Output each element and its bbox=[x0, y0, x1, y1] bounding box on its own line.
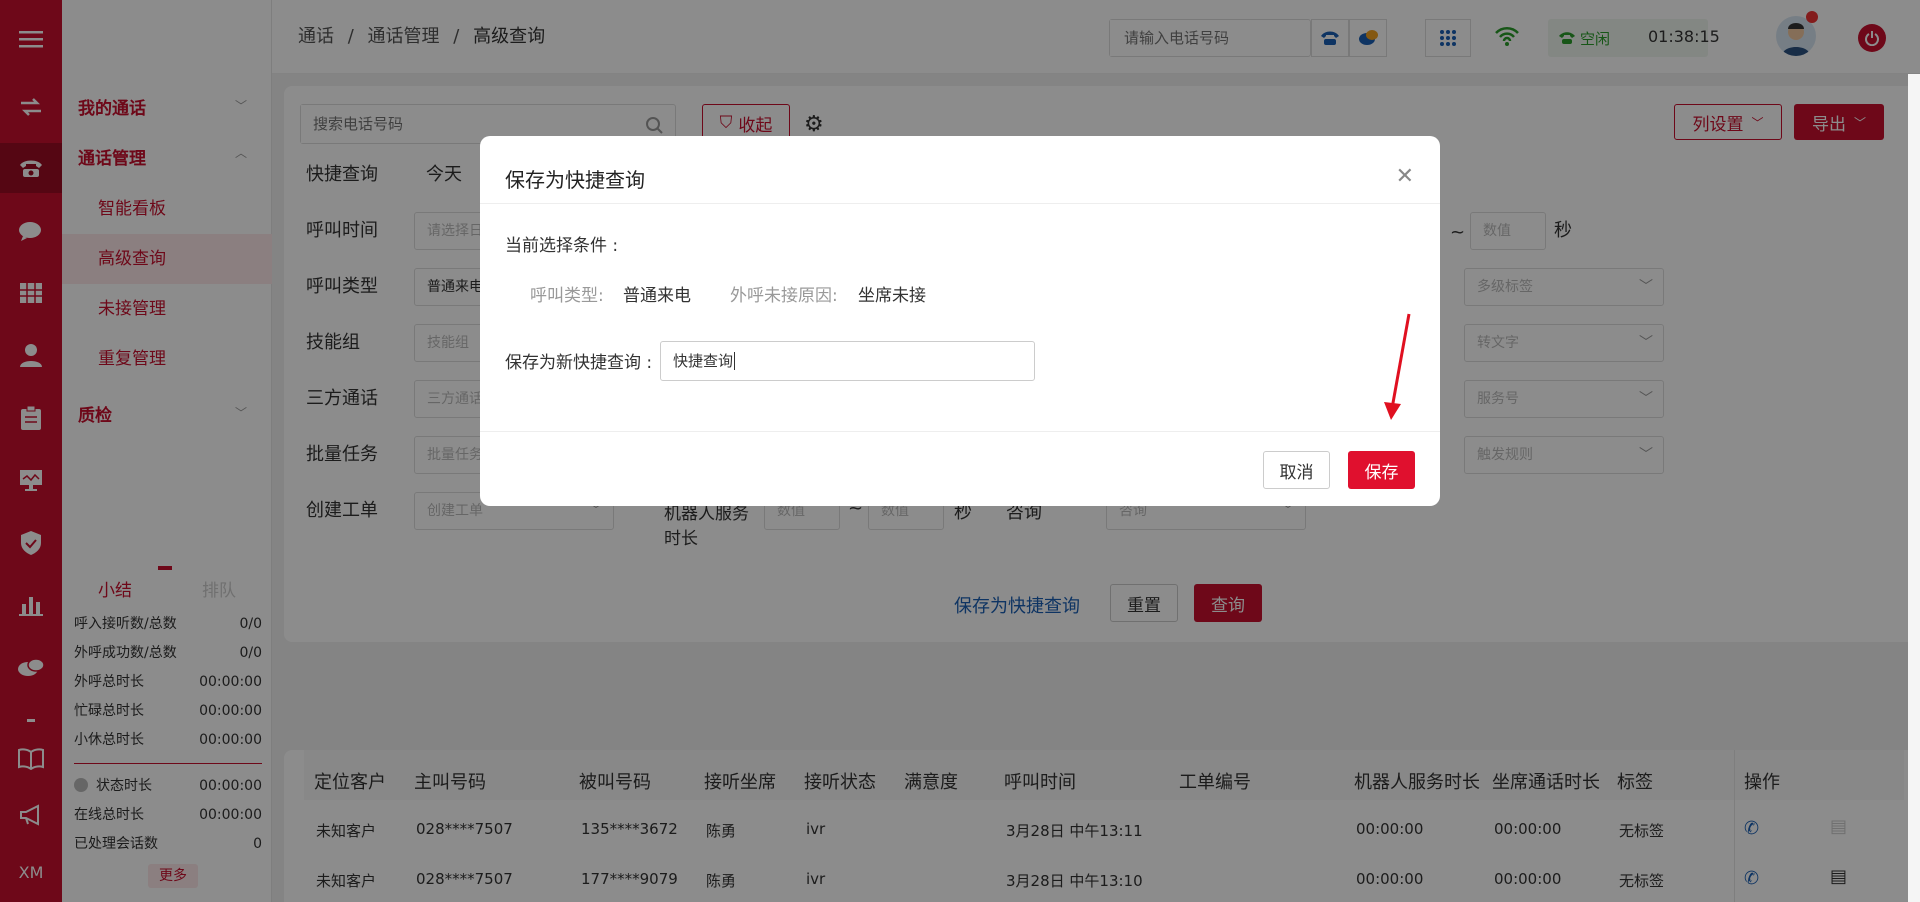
condition-key: 外呼未接原因: bbox=[730, 286, 838, 306]
condition-value: 坐席未接 bbox=[858, 286, 926, 306]
text-cursor bbox=[734, 352, 736, 370]
app: XM 我的通话 ﹀ 通话管理 ︿ 智能看板 高级查询 未接管理 重复管理 质检 … bbox=[0, 0, 1920, 902]
cancel-button[interactable]: 取消 bbox=[1263, 451, 1330, 489]
annotation-arrow bbox=[1384, 313, 1411, 420]
input-value: 快捷查询 bbox=[673, 352, 734, 370]
condition-key: 呼叫类型: bbox=[530, 286, 604, 306]
dialog-footer: 取消 保存 bbox=[480, 431, 1440, 506]
save-quick-query-dialog: 保存为快捷查询 ✕ 当前选择条件 : 呼叫类型: 普通来电 外呼未接原因: 坐席… bbox=[480, 136, 1440, 506]
save-button[interactable]: 保存 bbox=[1348, 451, 1415, 489]
dialog-title: 保存为快捷查询 bbox=[480, 136, 1440, 204]
quick-query-name-input[interactable]: 快捷查询 bbox=[660, 341, 1035, 381]
close-icon[interactable]: ✕ bbox=[1396, 164, 1414, 189]
scrollbar[interactable] bbox=[1908, 74, 1920, 902]
condition-label: 当前选择条件 : bbox=[505, 236, 619, 256]
condition-value: 普通来电 bbox=[623, 286, 691, 306]
name-field-label: 保存为新快捷查询 : bbox=[505, 353, 653, 373]
